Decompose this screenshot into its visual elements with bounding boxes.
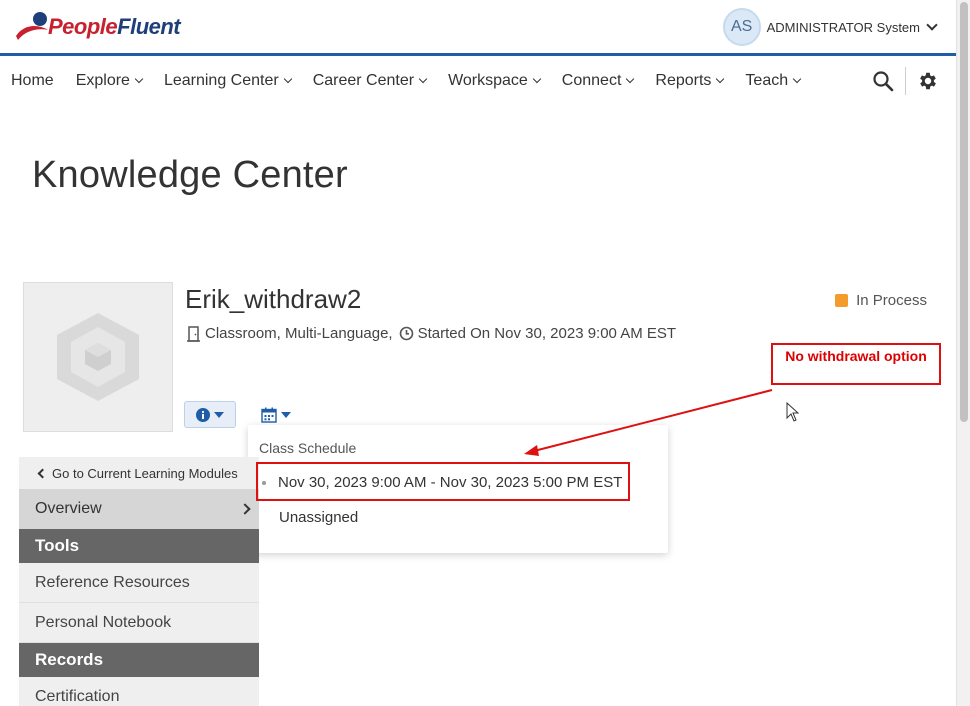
sidebar-item-overview[interactable]: Overview: [19, 489, 259, 529]
chevron-down-icon: [283, 74, 292, 84]
chevron-left-icon: [37, 468, 48, 478]
nav-home[interactable]: Home: [0, 59, 65, 103]
sidebar-item-reference-resources[interactable]: Reference Resources: [19, 563, 259, 603]
sidebar-section-tools: Tools: [19, 529, 259, 563]
door-icon: [187, 325, 201, 342]
page-scrollbar[interactable]: [956, 0, 970, 706]
status-badge: In Process: [835, 292, 927, 309]
chevron-down-icon: [792, 74, 802, 84]
calendar-icon: [261, 407, 277, 423]
main-nav: Home Explore Learning Center Career Cent…: [0, 59, 956, 103]
caret-down-icon: [214, 411, 224, 418]
nav-workspace[interactable]: Workspace: [437, 59, 551, 103]
user-name[interactable]: ADMINISTRATOR System: [767, 20, 920, 35]
schedule-menu-button[interactable]: [256, 401, 296, 428]
annotation-callout: No withdrawal option: [771, 343, 941, 385]
nav-tools: [869, 67, 942, 95]
search-button[interactable]: [869, 67, 897, 95]
chevron-down-icon: [532, 74, 542, 84]
logo-mark-icon: [16, 12, 48, 40]
chevron-down-icon: [626, 74, 635, 84]
sidebar-section-records: Records: [19, 643, 259, 677]
status-label: In Process: [856, 292, 927, 309]
nav-explore[interactable]: Explore: [65, 59, 153, 103]
nav-learning-center[interactable]: Learning Center: [153, 59, 302, 103]
sidebar-item-personal-notebook[interactable]: Personal Notebook: [19, 603, 259, 643]
avatar[interactable]: AS: [722, 8, 761, 46]
chevron-down-icon[interactable]: [926, 19, 938, 31]
nav-teach[interactable]: Teach: [734, 59, 811, 103]
cube-placeholder-icon: [57, 313, 139, 401]
info-menu-button[interactable]: [184, 401, 236, 428]
course-started: Started On Nov 30, 2023 9:00 AM EST: [417, 325, 677, 342]
chevron-down-icon: [418, 74, 428, 84]
mouse-cursor-icon: [786, 402, 800, 422]
nav-reports[interactable]: Reports: [644, 59, 734, 103]
left-sidebar: Go to Current Learning Modules Overview …: [19, 457, 259, 706]
peoplefluent-logo[interactable]: PeopleFluent: [14, 10, 181, 44]
nav-connect[interactable]: Connect: [551, 59, 645, 103]
dropdown-header: Class Schedule: [259, 440, 357, 456]
chevron-down-icon: [716, 74, 725, 84]
course-title: Erik_withdraw2: [185, 284, 362, 314]
page-title: Knowledge Center: [32, 154, 348, 196]
status-color-square: [835, 294, 849, 307]
chevron-right-icon: [239, 503, 251, 515]
search-icon: [873, 71, 894, 92]
sidebar-item-certification[interactable]: Certification: [19, 677, 259, 706]
user-menu[interactable]: AS ADMINISTRATOR System: [722, 8, 938, 46]
gear-icon: [920, 72, 936, 90]
logo-wordmark: PeopleFluent: [48, 14, 181, 39]
annotation-highlight-box: [256, 462, 630, 501]
clock-icon: [399, 326, 414, 341]
course-thumbnail: [23, 282, 173, 432]
nav-career-center[interactable]: Career Center: [302, 59, 437, 103]
top-bar: PeopleFluent AS ADMINISTRATOR System: [0, 0, 956, 56]
settings-button[interactable]: [914, 67, 942, 95]
info-icon: [196, 407, 210, 422]
chevron-down-icon: [134, 74, 144, 84]
go-back-link[interactable]: Go to Current Learning Modules: [19, 457, 259, 489]
course-type: Classroom, Multi-Language,: [205, 325, 393, 342]
scrollbar-thumb[interactable]: [960, 2, 968, 422]
course-meta: Classroom, Multi-Language, Started On No…: [187, 325, 676, 342]
caret-down-icon: [281, 411, 291, 418]
nav-divider: [905, 67, 906, 95]
schedule-option-unassigned[interactable]: Unassigned: [279, 509, 358, 526]
